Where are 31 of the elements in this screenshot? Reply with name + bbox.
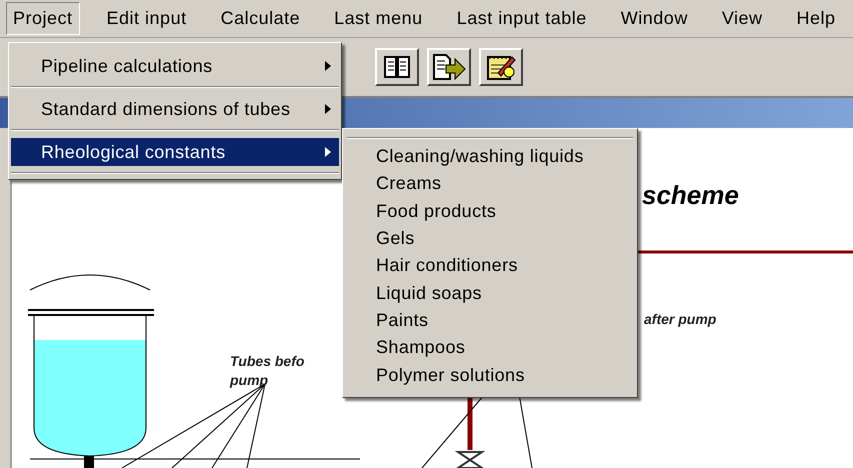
menu-item[interactable]: Paints bbox=[343, 306, 637, 334]
menu-bar-item[interactable]: View bbox=[714, 2, 770, 35]
menu-item[interactable]: Cleaning/washing liquids bbox=[343, 143, 637, 170]
menu-item[interactable]: Hair conditioners bbox=[343, 252, 637, 280]
menu-bar-item[interactable]: Calculate bbox=[214, 2, 308, 35]
menu-item[interactable]: Standard dimensions of tubes bbox=[11, 95, 339, 123]
menu-item[interactable]: Liquid soaps bbox=[343, 279, 637, 307]
menu-bar-item[interactable]: Edit input bbox=[100, 2, 194, 35]
edit-notes-button[interactable] bbox=[479, 48, 523, 86]
scheme-title: scheme bbox=[642, 179, 739, 212]
menu-bar-item[interactable]: Last input table bbox=[450, 2, 594, 35]
menu-item[interactable]: Gels bbox=[343, 224, 637, 252]
tube-label: pump bbox=[230, 371, 268, 389]
menu-item[interactable]: Rheological constants bbox=[11, 138, 339, 166]
menu-item[interactable]: Pipeline calculations bbox=[11, 52, 339, 80]
tube-label: after pump bbox=[644, 310, 716, 328]
valve-icon bbox=[454, 451, 486, 468]
menu-bar-item[interactable]: Help bbox=[790, 2, 843, 35]
menu-item[interactable]: Food products bbox=[343, 198, 637, 225]
menu-item[interactable]: Shampoos bbox=[343, 334, 637, 362]
menu-bar-item[interactable]: Window bbox=[614, 2, 695, 35]
tube-label: Tubes befo bbox=[230, 352, 304, 370]
menu-bar-item[interactable]: Project bbox=[6, 2, 80, 35]
menu-item[interactable]: Polymer solutions bbox=[343, 361, 637, 389]
export-button[interactable] bbox=[427, 48, 471, 86]
notepad-pencil-icon bbox=[486, 53, 516, 81]
menu-bar-item[interactable]: Last menu bbox=[327, 2, 430, 35]
document-arrow-icon bbox=[432, 53, 466, 81]
menu-item[interactable]: Creams bbox=[343, 170, 637, 198]
book-button[interactable] bbox=[375, 48, 419, 86]
book-icon bbox=[384, 55, 410, 79]
